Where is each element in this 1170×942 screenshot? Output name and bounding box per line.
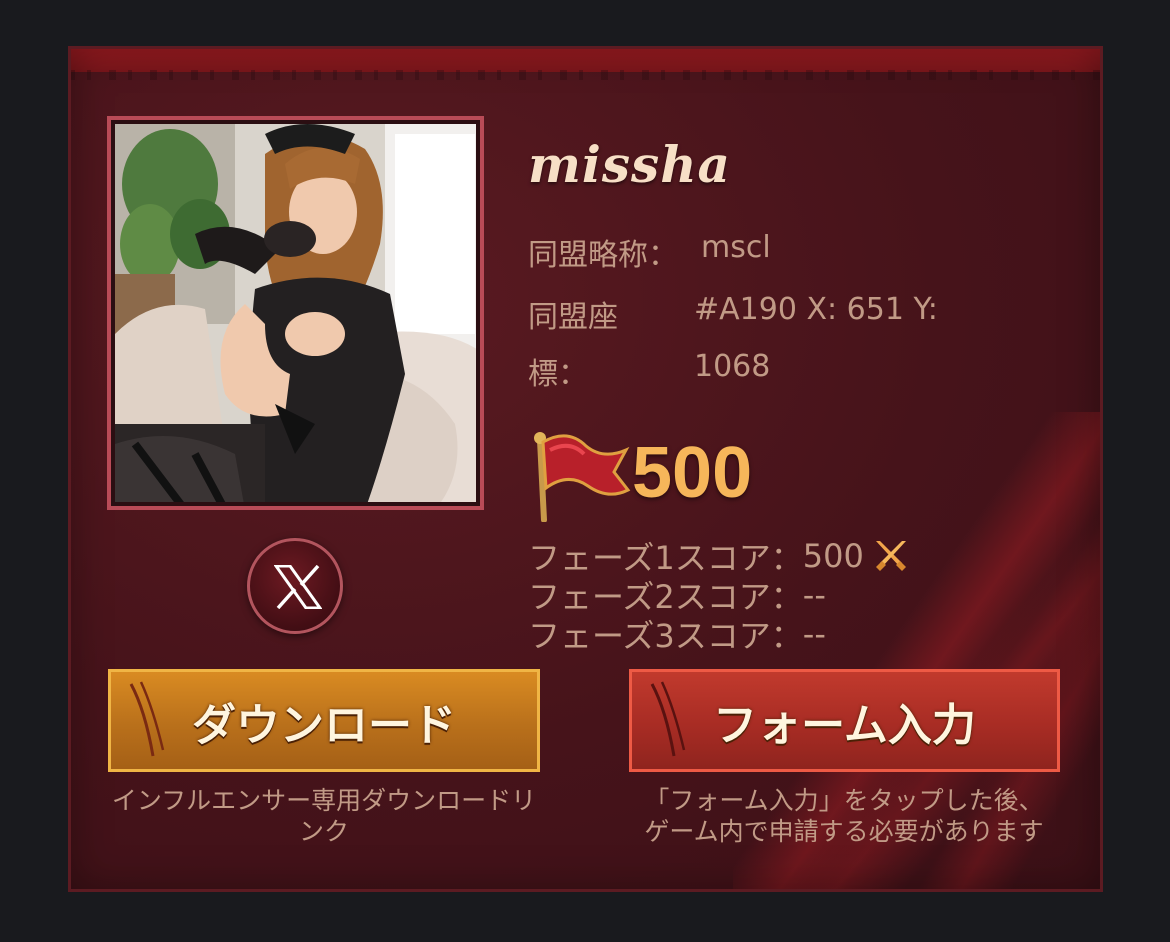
download-caption-line-1: インフルエンサー専用ダウンロードリ <box>111 786 537 815</box>
total-score: 500 <box>632 433 753 513</box>
alliance-coords-row: 同盟座 #A190 X: 651 Y: <box>528 292 988 335</box>
download-button-label: ダウンロード <box>192 699 456 751</box>
download-button[interactable]: ダウンロード <box>108 669 540 772</box>
alliance-abbr-value: mscl <box>701 230 771 265</box>
avatar-frame <box>107 116 484 510</box>
phase-2-value: -- <box>802 576 826 614</box>
phase-3-score-row: フェーズ3スコア：-- <box>528 611 826 657</box>
red-flag-icon <box>534 432 631 522</box>
phase-3-value: -- <box>802 615 826 653</box>
avatar-photo <box>115 124 476 502</box>
form-input-button[interactable]: フォーム入力 <box>629 669 1060 772</box>
alliance-abbr-row: 同盟略称： mscl <box>528 230 928 273</box>
alliance-coords-value-continued: 1068 <box>694 349 771 384</box>
alliance-abbr-label: 同盟略称： <box>528 238 678 273</box>
phase-1-value: 500 <box>802 537 864 575</box>
x-profile-link-button[interactable] <box>247 538 343 634</box>
crossed-swords-icon <box>875 541 906 571</box>
alliance-coords-label-continued: 標： <box>528 357 588 392</box>
player-name: missha <box>528 135 731 194</box>
card-rough-edge <box>68 70 1103 80</box>
phase-3-label: フェーズ3スコア： <box>528 617 803 655</box>
form-input-button-label: フォーム入力 <box>713 699 976 751</box>
x-logo-icon <box>274 565 322 609</box>
alliance-coords-value: #A190 X: 651 Y: <box>694 292 938 327</box>
card-top-band <box>68 46 1103 72</box>
download-caption: インフルエンサー専用ダウンロードリ ンク <box>84 785 564 847</box>
form-input-caption-line-1: 「フォーム入力」をタップした後、 <box>644 786 1044 815</box>
claw-scratch-decoration <box>129 681 165 757</box>
claw-scratch-decoration <box>650 681 686 757</box>
download-caption-line-2: ンク <box>298 817 349 846</box>
form-input-caption: 「フォーム入力」をタップした後、 ゲーム内で申請する必要があります <box>609 785 1079 847</box>
form-input-caption-line-2: ゲーム内で申請する必要があります <box>644 817 1044 846</box>
alliance-coords-label: 同盟座 <box>528 300 618 335</box>
alliance-coords-row-continued: 標： 1068 <box>528 349 928 392</box>
